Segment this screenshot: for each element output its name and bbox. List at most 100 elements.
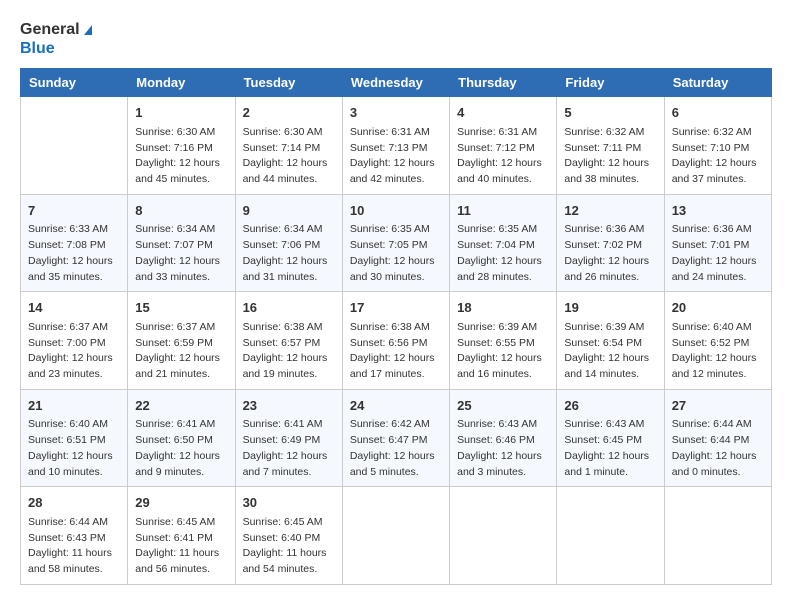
- cell-info: Sunset: 6:40 PM: [243, 531, 335, 547]
- cell-info: Sunrise: 6:41 AM: [243, 417, 335, 433]
- cell-info: Daylight: 12 hours: [28, 351, 120, 367]
- cell-info: Daylight: 12 hours: [135, 449, 227, 465]
- calendar-cell: 16Sunrise: 6:38 AMSunset: 6:57 PMDayligh…: [235, 292, 342, 390]
- week-row-3: 14Sunrise: 6:37 AMSunset: 7:00 PMDayligh…: [21, 292, 772, 390]
- calendar-cell: 25Sunrise: 6:43 AMSunset: 6:46 PMDayligh…: [450, 389, 557, 487]
- calendar-cell: 12Sunrise: 6:36 AMSunset: 7:02 PMDayligh…: [557, 194, 664, 292]
- day-number: 14: [28, 298, 120, 318]
- calendar-header: SundayMondayTuesdayWednesdayThursdayFrid…: [21, 69, 772, 97]
- logo: General Blue: [20, 20, 92, 58]
- cell-info: Sunrise: 6:41 AM: [135, 417, 227, 433]
- cell-info: and 14 minutes.: [564, 367, 656, 383]
- calendar-cell: [557, 487, 664, 585]
- cell-info: Sunrise: 6:30 AM: [135, 125, 227, 141]
- week-row-4: 21Sunrise: 6:40 AMSunset: 6:51 PMDayligh…: [21, 389, 772, 487]
- calendar-cell: 24Sunrise: 6:42 AMSunset: 6:47 PMDayligh…: [342, 389, 449, 487]
- day-number: 21: [28, 396, 120, 416]
- calendar-cell: 17Sunrise: 6:38 AMSunset: 6:56 PMDayligh…: [342, 292, 449, 390]
- cell-info: Daylight: 12 hours: [135, 351, 227, 367]
- cell-info: Sunrise: 6:32 AM: [564, 125, 656, 141]
- calendar-cell: 30Sunrise: 6:45 AMSunset: 6:40 PMDayligh…: [235, 487, 342, 585]
- cell-info: Sunset: 6:44 PM: [672, 433, 764, 449]
- day-number: 30: [243, 493, 335, 513]
- calendar-cell: 5Sunrise: 6:32 AMSunset: 7:11 PMDaylight…: [557, 97, 664, 195]
- cell-info: Sunset: 6:50 PM: [135, 433, 227, 449]
- cell-info: Sunset: 7:02 PM: [564, 238, 656, 254]
- header-day-thursday: Thursday: [450, 69, 557, 97]
- day-number: 4: [457, 103, 549, 123]
- calendar-cell: 7Sunrise: 6:33 AMSunset: 7:08 PMDaylight…: [21, 194, 128, 292]
- cell-info: and 0 minutes.: [672, 465, 764, 481]
- cell-info: and 45 minutes.: [135, 172, 227, 188]
- cell-info: Daylight: 12 hours: [243, 156, 335, 172]
- day-number: 19: [564, 298, 656, 318]
- calendar-cell: 11Sunrise: 6:35 AMSunset: 7:04 PMDayligh…: [450, 194, 557, 292]
- cell-info: Sunrise: 6:40 AM: [28, 417, 120, 433]
- cell-info: Sunrise: 6:37 AM: [28, 320, 120, 336]
- day-number: 17: [350, 298, 442, 318]
- logo-line2: Blue: [20, 39, 92, 58]
- calendar-cell: 21Sunrise: 6:40 AMSunset: 6:51 PMDayligh…: [21, 389, 128, 487]
- day-number: 10: [350, 201, 442, 221]
- cell-info: Sunrise: 6:40 AM: [672, 320, 764, 336]
- cell-info: and 28 minutes.: [457, 270, 549, 286]
- cell-info: and 10 minutes.: [28, 465, 120, 481]
- cell-info: Sunset: 7:01 PM: [672, 238, 764, 254]
- day-number: 1: [135, 103, 227, 123]
- calendar-cell: 1Sunrise: 6:30 AMSunset: 7:16 PMDaylight…: [128, 97, 235, 195]
- calendar-cell: 27Sunrise: 6:44 AMSunset: 6:44 PMDayligh…: [664, 389, 771, 487]
- calendar-table: SundayMondayTuesdayWednesdayThursdayFrid…: [20, 68, 772, 585]
- cell-info: Daylight: 12 hours: [672, 449, 764, 465]
- cell-info: and 42 minutes.: [350, 172, 442, 188]
- cell-info: and 58 minutes.: [28, 562, 120, 578]
- cell-info: Sunrise: 6:39 AM: [457, 320, 549, 336]
- day-number: 20: [672, 298, 764, 318]
- day-number: 11: [457, 201, 549, 221]
- cell-info: Sunset: 6:54 PM: [564, 336, 656, 352]
- cell-info: Sunset: 7:12 PM: [457, 141, 549, 157]
- cell-info: Daylight: 12 hours: [457, 449, 549, 465]
- cell-info: Sunrise: 6:45 AM: [135, 515, 227, 531]
- cell-info: Sunset: 7:13 PM: [350, 141, 442, 157]
- cell-info: and 54 minutes.: [243, 562, 335, 578]
- cell-info: Sunrise: 6:32 AM: [672, 125, 764, 141]
- day-number: 15: [135, 298, 227, 318]
- calendar-body: 1Sunrise: 6:30 AMSunset: 7:16 PMDaylight…: [21, 97, 772, 585]
- cell-info: and 37 minutes.: [672, 172, 764, 188]
- header-row: SundayMondayTuesdayWednesdayThursdayFrid…: [21, 69, 772, 97]
- cell-info: Sunset: 7:16 PM: [135, 141, 227, 157]
- cell-info: Daylight: 12 hours: [564, 351, 656, 367]
- calendar-cell: 19Sunrise: 6:39 AMSunset: 6:54 PMDayligh…: [557, 292, 664, 390]
- cell-info: and 24 minutes.: [672, 270, 764, 286]
- cell-info: Sunset: 6:55 PM: [457, 336, 549, 352]
- cell-info: Daylight: 12 hours: [350, 156, 442, 172]
- cell-info: Sunrise: 6:30 AM: [243, 125, 335, 141]
- cell-info: and 31 minutes.: [243, 270, 335, 286]
- calendar-cell: 3Sunrise: 6:31 AMSunset: 7:13 PMDaylight…: [342, 97, 449, 195]
- cell-info: Sunrise: 6:45 AM: [243, 515, 335, 531]
- cell-info: Sunset: 6:56 PM: [350, 336, 442, 352]
- cell-info: and 38 minutes.: [564, 172, 656, 188]
- cell-info: Sunrise: 6:34 AM: [135, 222, 227, 238]
- header-day-sunday: Sunday: [21, 69, 128, 97]
- calendar-cell: 9Sunrise: 6:34 AMSunset: 7:06 PMDaylight…: [235, 194, 342, 292]
- header-day-saturday: Saturday: [664, 69, 771, 97]
- day-number: 2: [243, 103, 335, 123]
- day-number: 23: [243, 396, 335, 416]
- calendar-cell: 23Sunrise: 6:41 AMSunset: 6:49 PMDayligh…: [235, 389, 342, 487]
- cell-info: Sunset: 7:07 PM: [135, 238, 227, 254]
- calendar-cell: [21, 97, 128, 195]
- cell-info: Sunset: 7:08 PM: [28, 238, 120, 254]
- header-day-monday: Monday: [128, 69, 235, 97]
- cell-info: Sunset: 7:05 PM: [350, 238, 442, 254]
- calendar-cell: 20Sunrise: 6:40 AMSunset: 6:52 PMDayligh…: [664, 292, 771, 390]
- day-number: 12: [564, 201, 656, 221]
- cell-info: and 7 minutes.: [243, 465, 335, 481]
- header-day-wednesday: Wednesday: [342, 69, 449, 97]
- header-day-tuesday: Tuesday: [235, 69, 342, 97]
- cell-info: Daylight: 12 hours: [457, 254, 549, 270]
- day-number: 9: [243, 201, 335, 221]
- cell-info: and 26 minutes.: [564, 270, 656, 286]
- day-number: 26: [564, 396, 656, 416]
- cell-info: Sunset: 6:52 PM: [672, 336, 764, 352]
